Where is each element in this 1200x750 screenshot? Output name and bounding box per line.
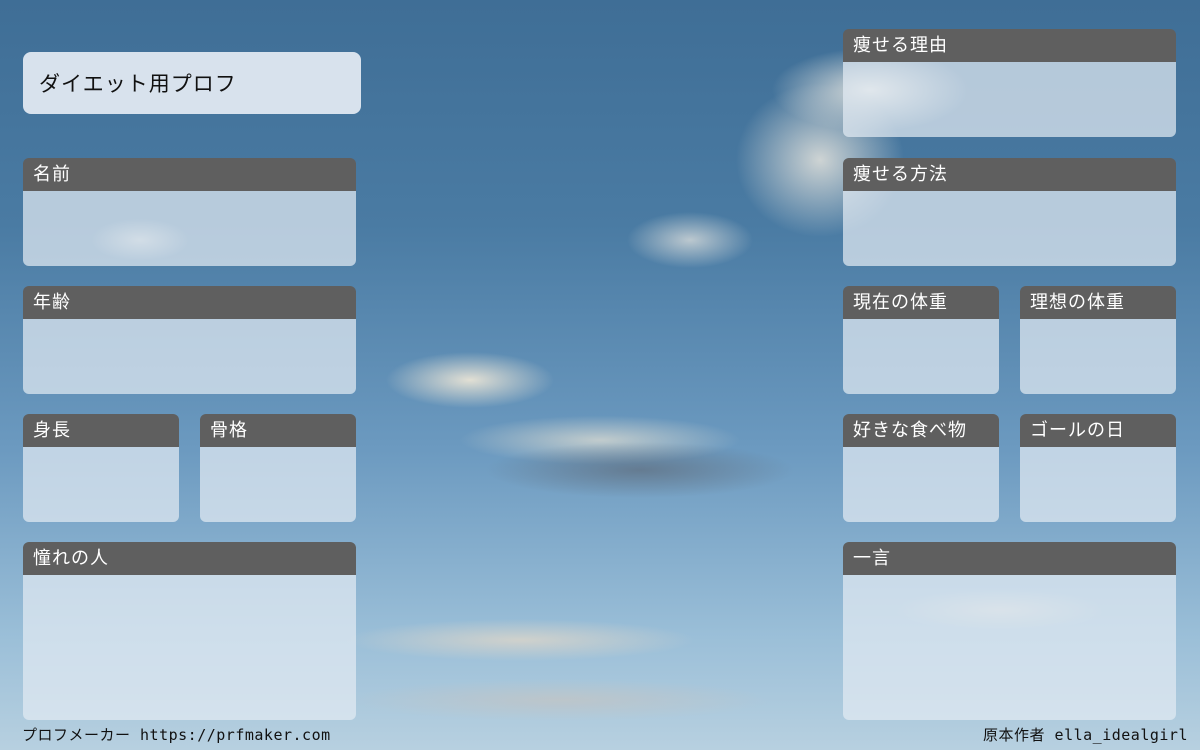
method-label: 痩せる方法 [843, 158, 1176, 191]
reason-label: 痩せる理由 [843, 29, 1176, 62]
goal-date-input-area[interactable] [1020, 447, 1176, 522]
idol-input-area[interactable] [23, 575, 356, 720]
method-field[interactable]: 痩せる方法 [843, 158, 1176, 266]
comment-label: 一言 [843, 542, 1176, 575]
reason-field[interactable]: 痩せる理由 [843, 29, 1176, 137]
height-label: 身長 [23, 414, 179, 447]
frame-field[interactable]: 骨格 [200, 414, 356, 522]
idol-label: 憧れの人 [23, 542, 356, 575]
current-weight-field[interactable]: 現在の体重 [843, 286, 999, 394]
current-weight-input-area[interactable] [843, 319, 999, 394]
profile-title: ダイエット用プロフ [23, 52, 361, 114]
name-field[interactable]: 名前 [23, 158, 356, 266]
footer-credit-maker: プロフメーカー https://prfmaker.com [22, 726, 331, 744]
goal-date-label: ゴールの日 [1020, 414, 1176, 447]
ideal-weight-input-area[interactable] [1020, 319, 1176, 394]
ideal-weight-field[interactable]: 理想の体重 [1020, 286, 1176, 394]
comment-input-area[interactable] [843, 575, 1176, 720]
age-field[interactable]: 年齢 [23, 286, 356, 394]
idol-field[interactable]: 憧れの人 [23, 542, 356, 720]
age-label: 年齢 [23, 286, 356, 319]
name-input-area[interactable] [23, 191, 356, 266]
height-field[interactable]: 身長 [23, 414, 179, 522]
age-input-area[interactable] [23, 319, 356, 394]
goal-date-field[interactable]: ゴールの日 [1020, 414, 1176, 522]
frame-label: 骨格 [200, 414, 356, 447]
footer-credit-author: 原本作者 ella_idealgirl [983, 726, 1188, 744]
method-input-area[interactable] [843, 191, 1176, 266]
current-weight-label: 現在の体重 [843, 286, 999, 319]
name-label: 名前 [23, 158, 356, 191]
favorite-food-label: 好きな食べ物 [843, 414, 999, 447]
ideal-weight-label: 理想の体重 [1020, 286, 1176, 319]
frame-input-area[interactable] [200, 447, 356, 522]
favorite-food-input-area[interactable] [843, 447, 999, 522]
comment-field[interactable]: 一言 [843, 542, 1176, 720]
favorite-food-field[interactable]: 好きな食べ物 [843, 414, 999, 522]
height-input-area[interactable] [23, 447, 179, 522]
reason-input-area[interactable] [843, 62, 1176, 137]
